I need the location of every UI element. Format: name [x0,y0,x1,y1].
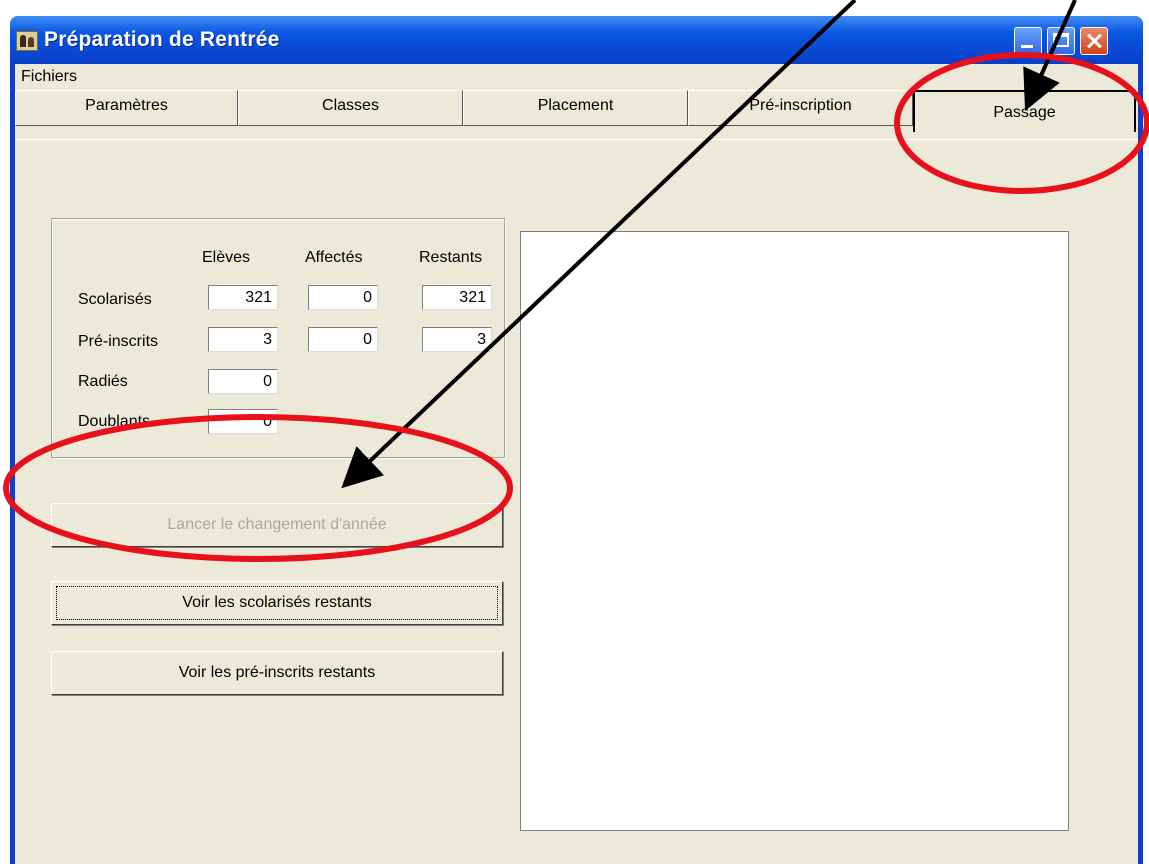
tab-pre-inscription[interactable]: Pré-inscription [688,90,913,126]
tab-classes[interactable]: Classes [238,90,463,126]
client-area: Fichiers Paramètres Classes Placement Pr… [15,64,1138,864]
scolarises-affectes-field[interactable]: 0 [308,285,378,310]
scolarises-eleves-field[interactable]: 321 [208,285,278,310]
label-doublants: Doublants [78,413,151,430]
tab-placement[interactable]: Placement [463,90,688,126]
doublants-eleves-field[interactable]: 0 [208,409,278,434]
title-bar[interactable]: Préparation de Rentrée [10,16,1143,64]
voir-scolarises-button[interactable]: Voir les scolarisés restants [51,581,503,625]
menu-bar: Fichiers [15,64,1138,90]
passage-panel: Elèves Affectés Restants Scolarisés 321 … [15,139,1138,864]
results-list[interactable] [520,231,1069,831]
voir-preinscrits-button[interactable]: Voir les pré-inscrits restants [51,651,503,695]
close-button[interactable] [1080,27,1108,55]
lancer-changement-button[interactable]: Lancer le changement d'année [51,503,503,547]
header-restants: Restants [419,249,483,266]
radies-eleves-field[interactable]: 0 [208,369,278,394]
label-scolarises: Scolarisés [78,291,152,308]
pre-inscrits-restants-field[interactable]: 3 [422,327,492,352]
pre-inscrits-affectes-field[interactable]: 0 [308,327,378,352]
window-title: Préparation de Rentrée [44,28,280,51]
app-window: Préparation de Rentrée Fichiers Paramètr… [10,16,1143,864]
menu-fichiers[interactable]: Fichiers [21,68,77,86]
tab-passage[interactable]: Passage [913,90,1136,132]
label-radies: Radiés [78,373,128,390]
minimize-button[interactable] [1014,27,1042,55]
header-affectes: Affectés [305,249,363,266]
scolarises-restants-field[interactable]: 321 [422,285,492,310]
maximize-button[interactable] [1047,27,1075,55]
stats-group: Elèves Affectés Restants Scolarisés 321 … [51,218,505,458]
app-icon [16,31,38,51]
tab-bar: Paramètres Classes Placement Pré-inscrip… [15,90,1138,132]
pre-inscrits-eleves-field[interactable]: 3 [208,327,278,352]
header-eleves: Elèves [202,249,251,266]
voir-scolarises-label: Voir les scolarisés restants [182,594,372,611]
label-pre-inscrits: Pré-inscrits [78,333,159,350]
tab-parametres[interactable]: Paramètres [15,90,238,126]
